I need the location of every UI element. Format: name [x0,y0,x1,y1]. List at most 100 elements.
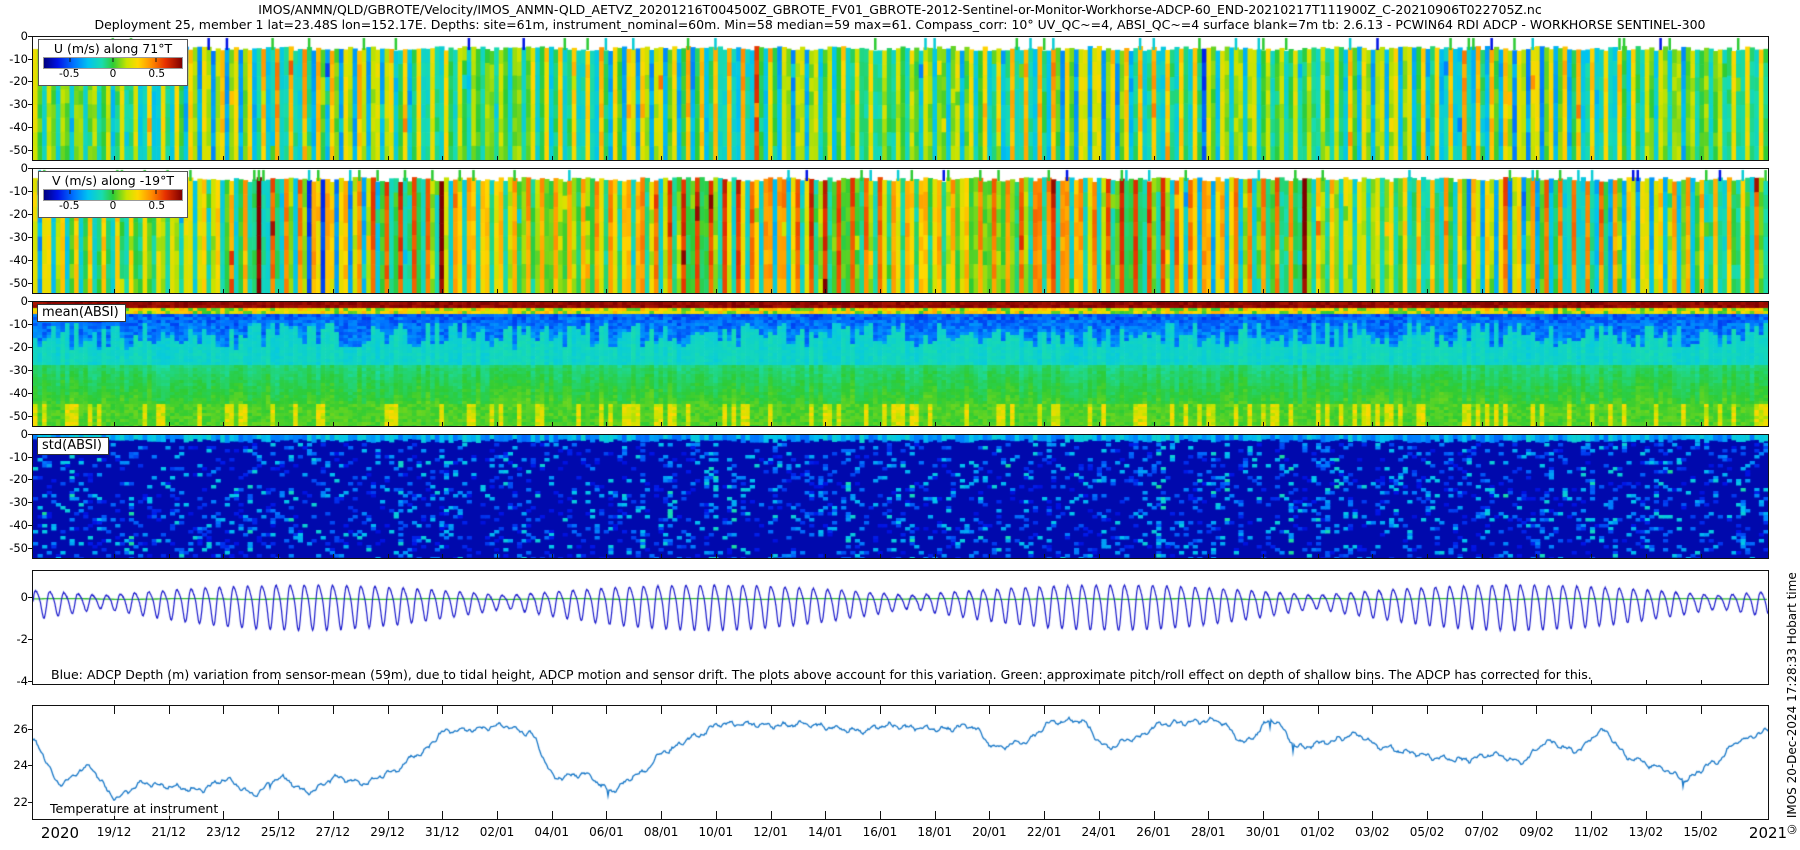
y-tick-label: 22 [0,795,28,809]
x-date-label: 21/12 [151,825,186,839]
x-tick-mark [1154,289,1155,293]
x-tick-mark [1536,706,1537,714]
colorbar-tick-label: -0.5 [59,68,80,80]
x-tick-mark [825,554,826,558]
x-tick-mark [1427,289,1428,293]
colorbar-tick-label: 0.5 [148,68,165,80]
x-tick-mark [1372,289,1373,293]
x-tick-mark [989,554,990,558]
x-tick-mark [442,811,443,819]
x-tick-mark [1208,554,1209,558]
x-date-label: 01/02 [1300,825,1335,839]
y-tick-label: -4 [0,674,28,688]
x-tick-mark [880,554,881,558]
y-tick-label: -10 [0,450,28,464]
x-tick-mark [114,289,115,293]
x-tick-mark [223,289,224,293]
y-tick-mark [28,416,32,417]
x-tick-mark [771,706,772,714]
x-tick-mark [661,156,662,160]
x-tick-mark [771,289,772,293]
x-tick-mark [1482,811,1483,819]
x-tick-mark [333,289,334,293]
x-tick-mark [1154,811,1155,819]
x-tick-mark [606,156,607,160]
y-tick-label: -50 [0,541,28,555]
x-tick-mark [1044,706,1045,714]
x-date-label: 23/12 [206,825,241,839]
x-tick-mark [825,811,826,819]
x-tick-mark [1482,289,1483,293]
x-tick-mark [825,706,826,714]
x-tick-mark [1263,554,1264,558]
x-tick-mark [771,422,772,426]
x-date-label: 09/02 [1519,825,1554,839]
y-tick-mark [28,214,32,215]
x-tick-mark [1427,811,1428,819]
x-tick-mark [1372,156,1373,160]
x-tick-mark [716,156,717,160]
y-tick-label: -30 [0,230,28,244]
x-tick-mark [1536,422,1537,426]
depth-variation-note: Blue: ADCP Depth (m) variation from sens… [51,667,1592,682]
x-tick-mark [1154,156,1155,160]
x-tick-mark [1372,706,1373,714]
x-tick-mark [223,706,224,714]
x-tick-mark [552,422,553,426]
x-date-label: 15/02 [1683,825,1718,839]
x-tick-mark [278,156,279,160]
x-tick-mark [333,706,334,714]
x-date-label: 03/02 [1355,825,1390,839]
x-tick-mark [497,289,498,293]
x-tick-mark [1701,811,1702,819]
x-tick-mark [880,289,881,293]
y-tick-label: -10 [0,52,28,66]
y-tick-mark [28,802,32,803]
y-tick-mark [28,150,32,151]
y-tick-mark [28,36,32,37]
y-tick-label: -50 [0,409,28,423]
x-tick-mark [1099,554,1100,558]
x-date-label: 13/02 [1629,825,1664,839]
y-tick-label: -50 [0,143,28,157]
x-tick-mark [278,811,279,819]
x-date-label: 11/02 [1574,825,1609,839]
y-tick-mark [28,479,32,480]
x-tick-mark [716,811,717,819]
x-tick-mark [1154,706,1155,714]
y-tick-mark [28,237,32,238]
x-tick-mark [169,422,170,426]
x-date-label: 16/01 [863,825,898,839]
x-tick-mark [497,156,498,160]
v-legend-title: V (m/s) along -19°T [43,173,183,188]
colorbar-tick-mark [156,58,157,62]
x-tick-mark [1154,422,1155,426]
y-tick-mark [28,104,32,105]
x-date-label: 07/02 [1464,825,1499,839]
y-tick-mark [28,81,32,82]
x-tick-mark [442,422,443,426]
x-tick-mark [388,554,389,558]
y-tick-mark [28,393,32,394]
colorbar-tick-label: 0.5 [148,200,165,212]
y-tick-label: -2 [0,632,28,646]
mean-absi-label: mean(ABSI) [37,304,126,322]
x-date-label: 05/02 [1410,825,1445,839]
colorbar-tick-label: 0 [110,200,117,212]
x-tick-mark [771,554,772,558]
x-tick-mark [223,554,224,558]
x-date-label: 12/01 [753,825,788,839]
x-tick-mark [1208,811,1209,819]
x-tick-mark [1318,289,1319,293]
x-tick-mark [1044,422,1045,426]
x-tick-mark [1482,156,1483,160]
temperature-label: Temperature at instrument [47,801,221,816]
x-date-label: 06/01 [589,825,624,839]
copyright-timestamp: © IMOS 20-Dec-2024 17:28:33 Hobart time [1785,476,1799,836]
x-tick-mark [1482,554,1483,558]
x-tick-mark [1591,706,1592,714]
v-colorbar-legend: V (m/s) along -19°T -0.500.5 [38,171,188,218]
panel-mean-absi: mean(ABSI) [32,301,1769,427]
x-tick-mark [114,706,115,714]
x-tick-mark [169,156,170,160]
